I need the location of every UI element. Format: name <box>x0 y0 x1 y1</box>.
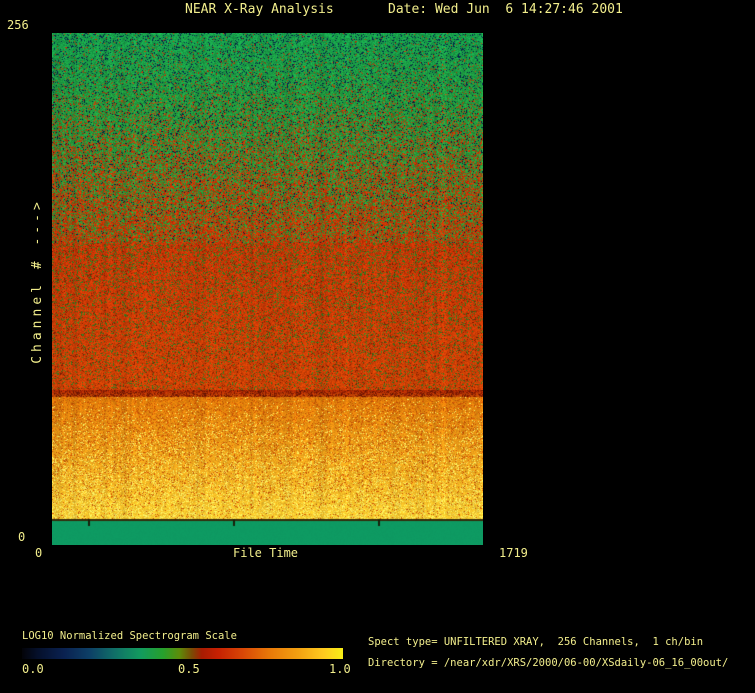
x-axis-tick-0: 0 <box>35 546 43 560</box>
colorbar-title: LOG10 Normalized Spectrogram Scale <box>22 630 237 642</box>
y-axis-tick-0: 0 <box>18 530 26 544</box>
colorbar-tick-05: 0.5 <box>178 662 200 676</box>
colorbar-tick-0: 0.0 <box>22 662 44 676</box>
x-axis-label: File Time <box>233 546 299 560</box>
date-label: Date: Wed Jun 6 14:27:46 2001 <box>388 2 623 17</box>
near-xray-analysis-window: NEAR X-Ray Analysis Date: Wed Jun 6 14:2… <box>0 0 755 693</box>
spectrogram-image <box>52 33 483 545</box>
colorbar-gradient <box>22 648 343 659</box>
page-title: NEAR X-Ray Analysis <box>185 2 334 17</box>
directory-text: Directory = /near/xdr/XRS/2000/06-00/XSd… <box>368 657 729 669</box>
x-axis-tick-1719: 1719 <box>499 546 528 560</box>
y-axis-tick-256: 256 <box>7 18 29 32</box>
colorbar-tick-1: 1.0 <box>329 662 351 676</box>
y-axis-label: Channel # ---> <box>30 198 45 364</box>
spect-type-text: Spect type= UNFILTERED XRAY, 256 Channel… <box>368 636 704 648</box>
